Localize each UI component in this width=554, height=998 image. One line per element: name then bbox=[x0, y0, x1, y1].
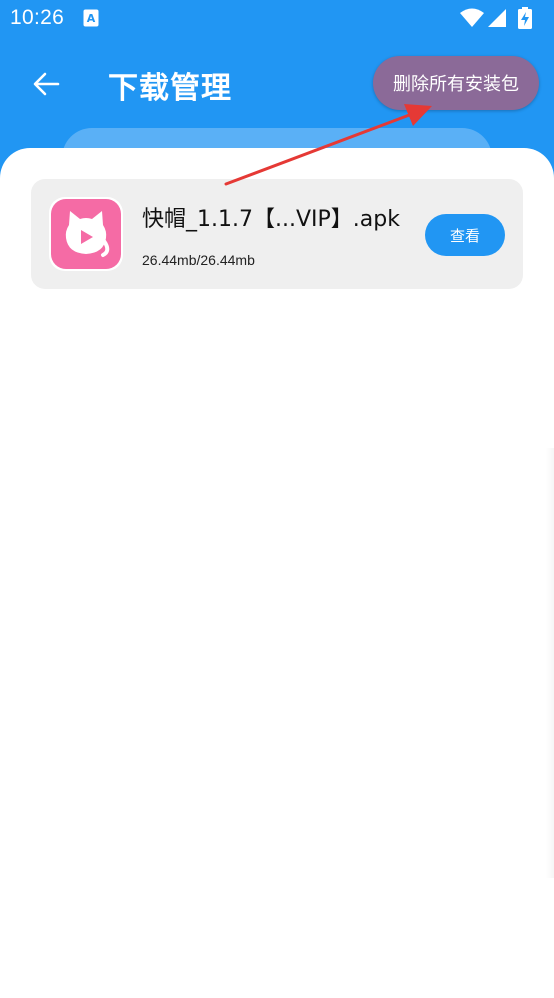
pink-cat-play-icon bbox=[51, 199, 121, 269]
back-button[interactable] bbox=[20, 62, 72, 106]
delete-all-packages-button[interactable]: 删除所有安装包 bbox=[373, 56, 539, 110]
file-name: 快帽_1.1.7【...VIP】.apk bbox=[142, 207, 400, 232]
status-bar: 10:26 A bbox=[0, 0, 554, 36]
download-list-panel: 快帽_1.1.7【...VIP】.apk 26.44mb/26.44mb 查看 bbox=[0, 148, 554, 998]
page-title: 下载管理 bbox=[108, 71, 232, 106]
app-icon-frame bbox=[49, 197, 123, 271]
wifi-icon bbox=[460, 8, 484, 27]
status-time: 10:26 bbox=[10, 6, 65, 29]
a-letter-icon: A bbox=[83, 9, 99, 27]
download-item[interactable]: 快帽_1.1.7【...VIP】.apk 26.44mb/26.44mb 查看 bbox=[31, 179, 523, 289]
view-button[interactable]: 查看 bbox=[425, 214, 505, 256]
signal-icon bbox=[488, 9, 506, 27]
battery-charging-icon bbox=[518, 7, 532, 29]
svg-text:A: A bbox=[87, 12, 96, 25]
edge-shadow bbox=[546, 448, 554, 878]
file-size-progress: 26.44mb/26.44mb bbox=[142, 252, 255, 268]
back-arrow-icon bbox=[33, 72, 60, 96]
